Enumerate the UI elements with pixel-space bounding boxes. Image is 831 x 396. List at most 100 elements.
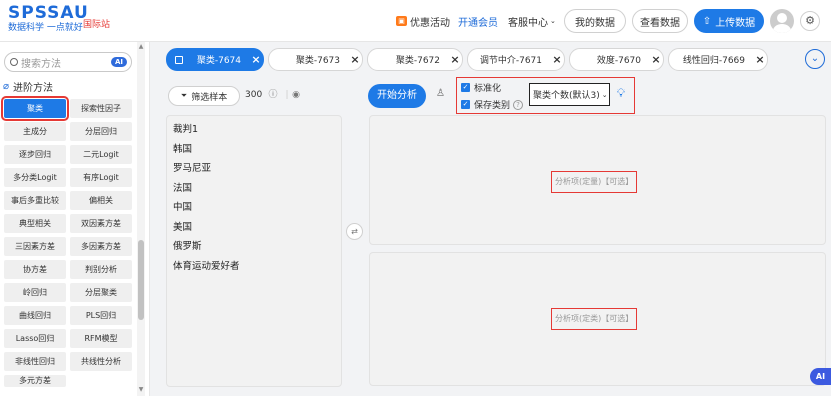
tab-1[interactable]: 聚类-7673 × <box>268 48 363 71</box>
swap-icon[interactable]: ⇄ <box>346 223 363 240</box>
scroll-up-icon[interactable]: ▲ <box>137 43 145 50</box>
variable-item[interactable]: 法国 <box>173 179 335 199</box>
method-item[interactable]: 分层聚类 <box>70 283 132 302</box>
lightbulb-icon[interactable]: 💡︎ <box>614 86 628 104</box>
method-item[interactable]: 分层回归 <box>70 122 132 141</box>
help-icon[interactable]: ? <box>513 99 524 110</box>
categorical-drop-zone[interactable]: 分析项(定类)【可选】 <box>369 252 826 386</box>
save-category-checkbox[interactable]: ✓ 保存类别 ? <box>461 98 524 111</box>
vip-link[interactable]: 开通会员 <box>458 0 498 42</box>
tab-0[interactable]: 聚类-7674 × <box>166 48 264 71</box>
tab-label: 聚类-7674 <box>196 56 241 66</box>
quantitative-drop-zone[interactable]: 分析项(定量)【可选】 <box>369 115 826 245</box>
method-item[interactable]: 双因素方差 <box>70 214 132 233</box>
close-icon[interactable]: × <box>348 53 362 66</box>
tab-label: 调节中介-7671 <box>479 56 542 66</box>
info-icon[interactable]: ⓘ <box>267 89 279 101</box>
avatar[interactable] <box>770 9 794 33</box>
scrollbar-thumb[interactable] <box>138 240 144 320</box>
promo-label: 优惠活动 <box>410 17 450 29</box>
method-row: 曲线回归 PLS回归 <box>4 306 132 325</box>
gift-icon: ▣ <box>396 16 407 26</box>
filter-sample-button[interactable]: ⏷ 筛选样本 <box>168 86 240 106</box>
variable-item[interactable]: 中国 <box>173 198 335 218</box>
variable-item[interactable]: 体育运动爱好者 <box>173 257 335 277</box>
method-row: Lasso回归 RFM模型 <box>4 329 132 348</box>
variable-item[interactable]: 裁判1 <box>173 120 335 140</box>
method-row: 聚类 探索性因子 <box>1 96 132 121</box>
method-item[interactable]: 三因素方差 <box>4 237 66 256</box>
upload-data-button[interactable]: ⇧ 上传数据 <box>694 9 764 33</box>
logo-title: SPSSAU <box>8 3 89 23</box>
method-item[interactable]: RFM模型 <box>70 329 132 348</box>
sidebar-scrollbar[interactable]: ▲ ▼ <box>137 42 145 396</box>
method-item[interactable]: 二元Logit <box>70 145 132 164</box>
method-item[interactable]: 协方差 <box>4 260 66 279</box>
gear-icon[interactable]: ⚙ <box>800 11 820 31</box>
variable-item[interactable]: 美国 <box>173 218 335 238</box>
search-input[interactable]: 搜索方法 AI <box>4 52 132 72</box>
method-item[interactable]: 多因素方差 <box>70 237 132 256</box>
method-item[interactable]: 判别分析 <box>70 260 132 279</box>
method-item[interactable]: 岭回归 <box>4 283 66 302</box>
method-item[interactable]: 聚类 <box>1 96 69 121</box>
international-site-link[interactable]: 国际站 <box>83 19 110 31</box>
method-item[interactable]: 事后多重比较 <box>4 191 66 210</box>
chevron-down-icon[interactable]: ⌄ <box>805 49 825 69</box>
edit-icon[interactable] <box>175 55 183 64</box>
service-center-menu[interactable]: 客服中心 ⌄ <box>508 0 556 42</box>
section-title: 进阶方法 <box>13 83 54 94</box>
view-data-button[interactable]: 查看数据 <box>632 9 688 33</box>
method-item[interactable]: 有序Logit <box>70 168 132 187</box>
method-item[interactable]: 典型相关 <box>4 214 66 233</box>
method-item[interactable]: 多分类Logit <box>4 168 66 187</box>
ai-assistant-button[interactable]: AI <box>810 368 831 385</box>
clear-icon[interactable]: ♙ <box>436 88 445 99</box>
cluster-count-select[interactable]: 聚类个数(默认3) ⌄ <box>529 83 610 106</box>
method-item[interactable]: 主成分 <box>4 122 66 141</box>
close-icon[interactable]: × <box>753 53 767 66</box>
tab-3[interactable]: 调节中介-7671 × <box>467 48 565 71</box>
close-icon[interactable]: × <box>649 53 663 66</box>
variable-item[interactable]: 韩国 <box>173 140 335 160</box>
method-item[interactable]: 共线性分析 <box>70 352 132 371</box>
standardize-checkbox[interactable]: ✓ 标准化 <box>461 81 501 94</box>
method-item[interactable]: 逐步回归 <box>4 145 66 164</box>
top-header: SPSSAU 数据科学 一点就好 国际站 ▣ 优惠活动 开通会员 客服中心 ⌄ … <box>0 0 831 42</box>
close-icon[interactable]: × <box>249 53 263 66</box>
method-item[interactable]: Lasso回归 <box>4 329 66 348</box>
filter-icon: ⏷ <box>180 91 188 100</box>
tab-2[interactable]: 聚类-7672 × <box>367 48 463 71</box>
promo-link[interactable]: ▣ 优惠活动 <box>396 0 450 42</box>
variable-item[interactable]: 罗马尼亚 <box>173 159 335 179</box>
advanced-methods-section[interactable]: ⌀ 进阶方法 <box>3 79 53 94</box>
variable-item[interactable]: 俄罗斯 <box>173 237 335 257</box>
method-row: 非线性回归 共线性分析 <box>4 352 132 371</box>
upload-label: 上传数据 <box>715 17 756 29</box>
close-icon[interactable]: × <box>550 53 564 66</box>
method-item[interactable]: 探索性因子 <box>70 99 132 118</box>
close-icon[interactable]: × <box>448 53 462 66</box>
my-data-button[interactable]: 我的数据 <box>564 9 626 33</box>
method-item[interactable]: PLS回归 <box>70 306 132 325</box>
method-sidebar: 搜索方法 AI ⌀ 进阶方法 聚类 探索性因子 主成分 分层回归 逐步回归 二元Logit… <box>0 42 150 396</box>
method-item[interactable]: 非线性回归 <box>4 352 66 371</box>
method-row: 岭回归 分层聚类 <box>4 283 132 302</box>
tab-label: 聚类-7673 <box>295 56 340 66</box>
tab-5[interactable]: 线性回归-7669 × <box>668 48 768 71</box>
start-analysis-button[interactable]: 开始分析 <box>368 84 426 108</box>
scroll-down-icon[interactable]: ▼ <box>137 386 145 393</box>
method-item[interactable]: 曲线回归 <box>4 306 66 325</box>
save-category-label: 保存类别 <box>474 101 511 111</box>
logo[interactable]: SPSSAU 数据科学 一点就好 <box>8 4 89 34</box>
tab-4[interactable]: 效度-7670 × <box>569 48 664 71</box>
ai-search-badge[interactable]: AI <box>111 57 127 67</box>
filter-label: 筛选样本 <box>191 92 228 103</box>
method-item[interactable]: 多元方差 <box>4 375 66 387</box>
method-item[interactable]: 偏相关 <box>70 191 132 210</box>
settings-circle-icon[interactable]: ◉ <box>290 89 302 101</box>
logo-subtitle: 数据科学 一点就好 <box>8 23 83 33</box>
method-grid: 聚类 探索性因子 主成分 分层回归 逐步回归 二元Logit 多分类Logit 有序Logit… <box>1 96 132 391</box>
upload-icon: ⇧ <box>702 15 712 27</box>
method-row: 逐步回归 二元Logit <box>4 145 132 164</box>
